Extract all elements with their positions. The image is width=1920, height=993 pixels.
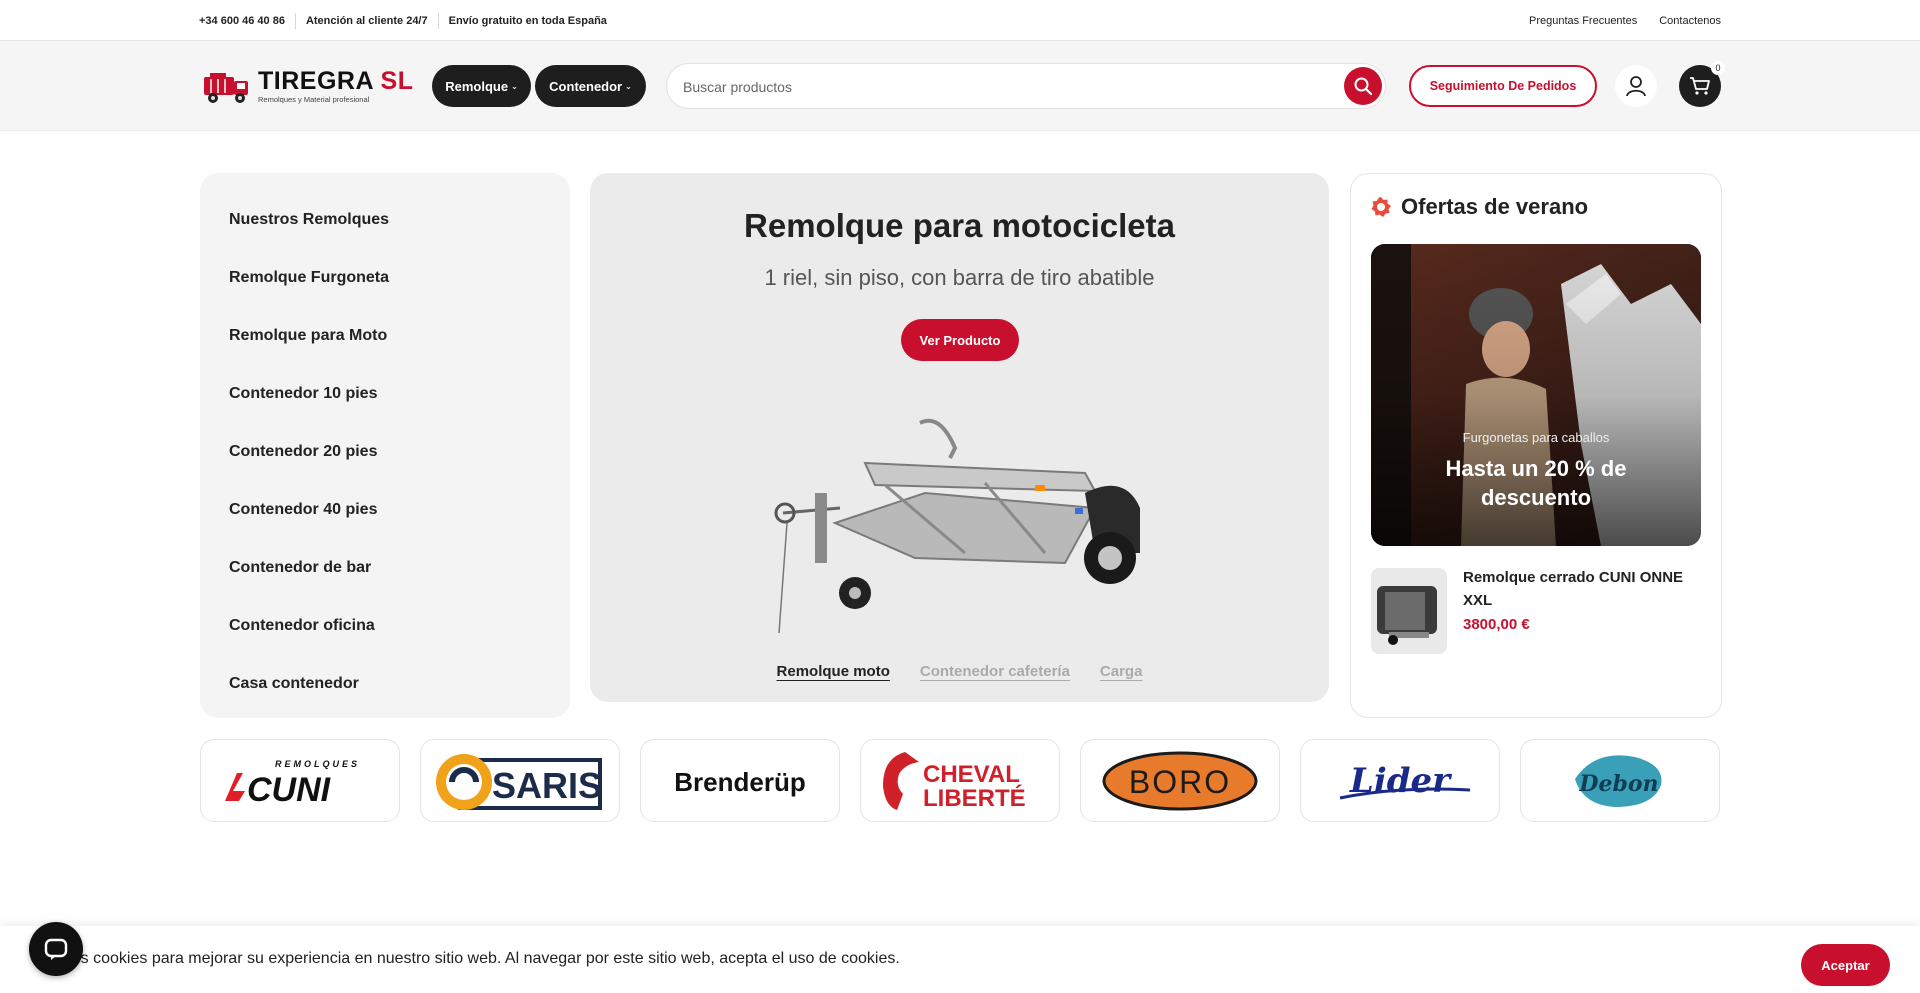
lider-logo: Lider bbox=[1339, 761, 1471, 801]
category-item[interactable]: Nuestros Remolques bbox=[200, 191, 570, 249]
category-item[interactable]: Contenedor 20 pies bbox=[200, 423, 570, 481]
truck-logo-icon bbox=[204, 73, 248, 103]
brand-logo-debon[interactable]: Debon bbox=[1520, 739, 1720, 822]
chat-icon bbox=[44, 938, 68, 960]
user-icon bbox=[1626, 76, 1646, 97]
category-sidebar: Nuestros Remolques Remolque Furgoneta Re… bbox=[200, 173, 570, 718]
nav-contenedor[interactable]: Contenedor ⌄ bbox=[535, 65, 646, 107]
svg-text:Brenderüp: Brenderüp bbox=[674, 767, 805, 797]
logo-text: TIREGRA SL bbox=[258, 67, 414, 95]
cheval-liberte-logo: CHEVAL LIBERTÉ bbox=[883, 751, 1026, 812]
svg-text:CHEVAL: CHEVAL bbox=[923, 761, 1020, 788]
category-item[interactable]: Remolque para Moto bbox=[200, 307, 570, 365]
nav-remolque[interactable]: Remolque ⌄ bbox=[432, 65, 531, 107]
svg-text:LIBERTÉ: LIBERTÉ bbox=[923, 784, 1026, 812]
svg-text:SARIS: SARIS bbox=[492, 765, 602, 806]
category-item[interactable]: Contenedor 40 pies bbox=[200, 481, 570, 539]
chat-widget-button[interactable] bbox=[29, 922, 83, 976]
cuni-logo: REMOLQUES CUNI bbox=[225, 759, 360, 809]
promo-headline: Hasta un 20 % de descuento bbox=[1445, 456, 1627, 510]
product-thumbnail bbox=[1371, 568, 1447, 654]
slide-tab[interactable]: Remolque moto bbox=[777, 663, 890, 680]
svg-text:BORO: BORO bbox=[1129, 764, 1231, 800]
offers-title-text: Ofertas de verano bbox=[1401, 194, 1589, 219]
offers-title: Ofertas de verano bbox=[1371, 194, 1588, 220]
category-item[interactable]: Contenedor 10 pies bbox=[200, 365, 570, 423]
view-product-button[interactable]: Ver Producto bbox=[901, 319, 1019, 361]
promo-banner[interactable]: Furgonetas para caballos Hasta un 20 % d… bbox=[1371, 244, 1701, 546]
summer-offers-panel: Ofertas de verano Furgonetas para caball… bbox=[1350, 173, 1722, 718]
site-logo[interactable]: TIREGRA SL Remolques y Material profesio… bbox=[202, 65, 414, 107]
slider-tabs: Remolque moto Contenedor cafetería Carga bbox=[590, 663, 1329, 680]
svg-text:Debon: Debon bbox=[1578, 771, 1658, 797]
hero-slider: Remolque para motocicleta 1 riel, sin pi… bbox=[590, 173, 1329, 702]
phone-number[interactable]: +34 600 46 40 86 bbox=[199, 12, 296, 29]
cookie-message: Usamos cookies para mejorar su experienc… bbox=[30, 950, 900, 967]
main-header: TIREGRA SL Remolques y Material profesio… bbox=[0, 41, 1920, 131]
brand-logo-saris[interactable]: SARIS bbox=[420, 739, 620, 822]
category-item[interactable]: Casa contenedor bbox=[200, 655, 570, 713]
enclosed-trailer-image bbox=[1377, 586, 1437, 645]
hero-subtitle: 1 riel, sin piso, con barra de tiro abat… bbox=[764, 265, 1155, 290]
slide-tab[interactable]: Carga bbox=[1100, 663, 1143, 680]
brand-carousel: REMOLQUES CUNI SARIS Brenderüp CHEVAL LI… bbox=[200, 739, 1722, 822]
faq-link[interactable]: Preguntas Frecuentes bbox=[1529, 15, 1637, 27]
brand-logo-cuni[interactable]: REMOLQUES CUNI bbox=[200, 739, 400, 822]
search-bar bbox=[666, 63, 1386, 109]
brenderup-logo: Brenderüp bbox=[674, 767, 805, 797]
brand-logo-brenderup[interactable]: Brenderüp bbox=[640, 739, 840, 822]
category-item[interactable]: Contenedor de bar bbox=[200, 539, 570, 597]
free-shipping: Envío gratuito en toda España bbox=[448, 14, 607, 27]
accept-cookies-button[interactable]: Aceptar bbox=[1801, 944, 1890, 986]
contact-link[interactable]: Contactenos bbox=[1659, 15, 1721, 27]
nav-contenedor-label: Contenedor bbox=[549, 78, 623, 94]
motorcycle-trailer-image bbox=[774, 418, 1140, 634]
promo-subtitle: Furgonetas para caballos bbox=[1462, 430, 1610, 445]
order-tracking-button[interactable]: Seguimiento De Pedidos bbox=[1409, 65, 1597, 107]
hero-title: Remolque para motocicleta bbox=[744, 207, 1175, 244]
cart-icon bbox=[1690, 77, 1710, 95]
badge-icon bbox=[1371, 197, 1391, 217]
category-item[interactable]: Remolque Furgoneta bbox=[200, 249, 570, 307]
search-button[interactable] bbox=[1344, 67, 1382, 105]
debon-logo: Debon bbox=[1575, 754, 1662, 807]
logo-tagline: Remolques y Material profesional bbox=[258, 95, 370, 104]
account-button[interactable] bbox=[1615, 65, 1657, 107]
svg-text:REMOLQUES: REMOLQUES bbox=[275, 759, 360, 769]
chevron-down-icon: ⌄ bbox=[625, 81, 632, 91]
search-input[interactable] bbox=[683, 76, 1323, 98]
product-name[interactable]: Remolque cerrado CUNI ONNE XXL bbox=[1463, 566, 1701, 612]
search-icon bbox=[1354, 77, 1373, 96]
brand-logo-cheval-liberte[interactable]: CHEVAL LIBERTÉ bbox=[860, 739, 1060, 822]
boro-logo: BORO bbox=[1102, 751, 1258, 810]
top-bar-links: Preguntas Frecuentes Contactenos bbox=[1529, 0, 1721, 41]
svg-text:CUNI: CUNI bbox=[247, 771, 332, 809]
brand-logo-lider[interactable]: Lider bbox=[1300, 739, 1500, 822]
cart-button[interactable]: 0 bbox=[1679, 61, 1725, 107]
category-item[interactable]: Contenedor oficina bbox=[200, 597, 570, 655]
cart-count-badge: 0 bbox=[1711, 61, 1725, 75]
top-bar: +34 600 46 40 86 Atención al cliente 24/… bbox=[0, 0, 1920, 41]
nav-remolque-label: Remolque bbox=[445, 78, 509, 94]
slide-tab[interactable]: Contenedor cafetería bbox=[920, 663, 1070, 680]
chevron-down-icon: ⌄ bbox=[511, 81, 518, 91]
product-price: 3800,00 € bbox=[1463, 616, 1530, 633]
top-bar-info: +34 600 46 40 86 Atención al cliente 24/… bbox=[199, 0, 617, 41]
offer-product[interactable]: Remolque cerrado CUNI ONNE XXL 3800,00 € bbox=[1371, 566, 1701, 656]
brand-logo-boro[interactable]: BORO bbox=[1080, 739, 1280, 822]
cookie-banner: Usamos cookies para mejorar su experienc… bbox=[0, 926, 1920, 993]
support-hours: Atención al cliente 24/7 bbox=[296, 12, 439, 29]
saris-logo: SARIS bbox=[436, 753, 602, 810]
